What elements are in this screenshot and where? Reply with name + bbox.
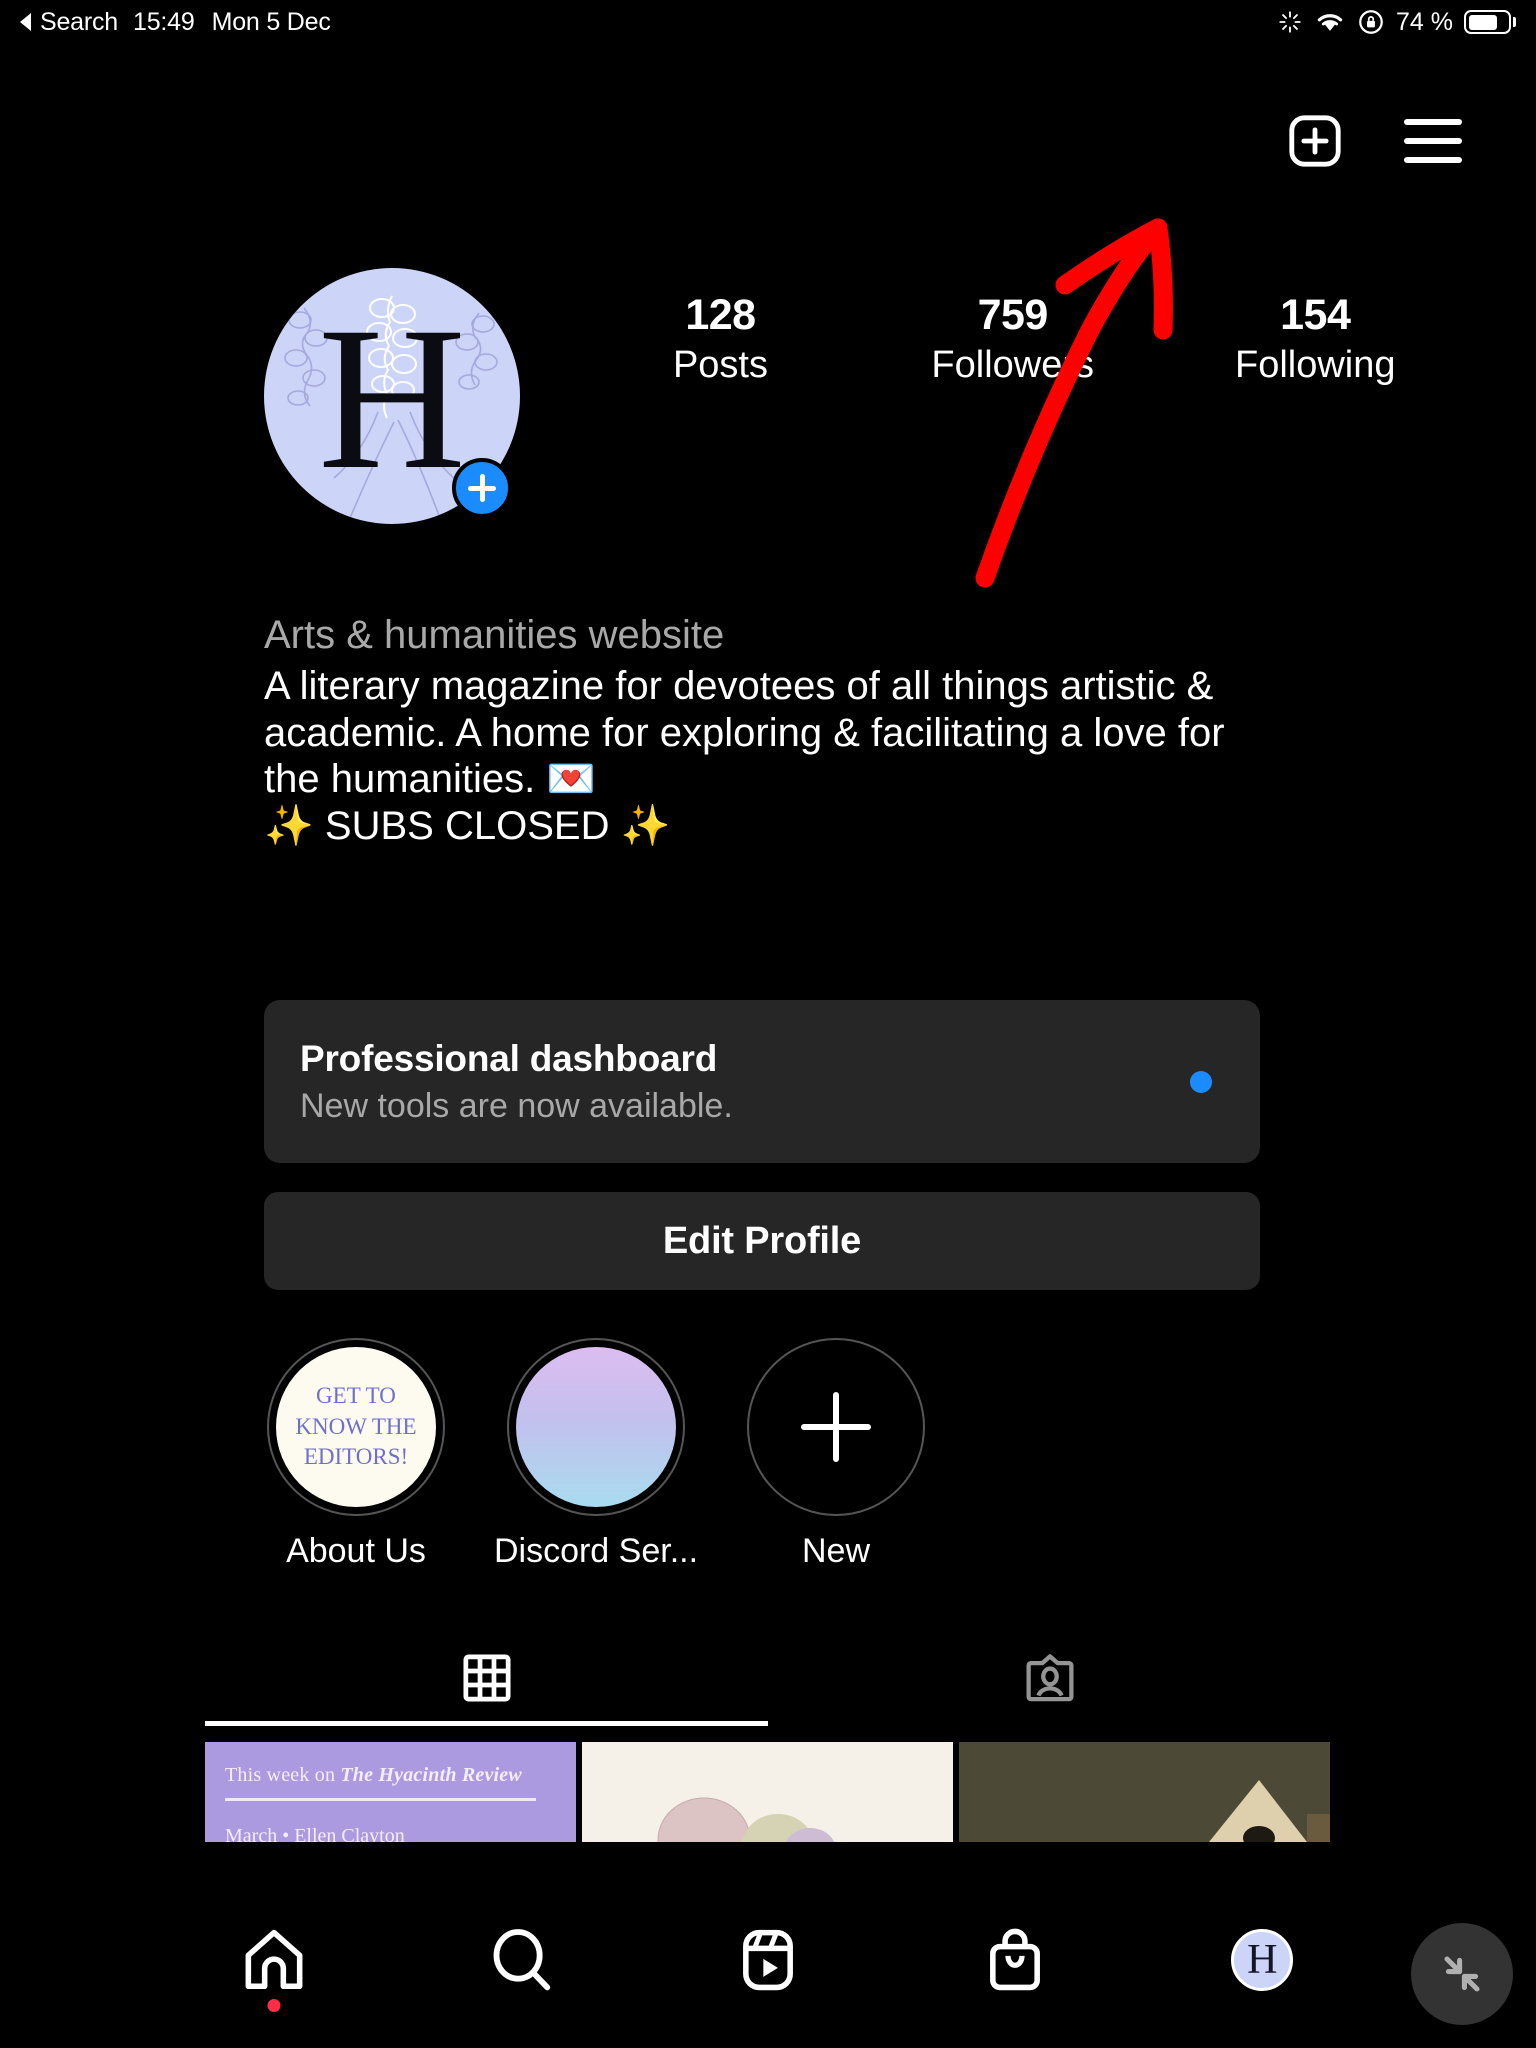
highlight-ring: GET TO KNOW THE EDITORS! — [267, 1338, 445, 1516]
header-actions — [1286, 112, 1462, 170]
search-icon — [493, 1929, 550, 1991]
nav-reels[interactable] — [722, 1914, 814, 2006]
plus-square-icon[interactable] — [1286, 112, 1344, 170]
nav-profile[interactable]: H — [1216, 1914, 1308, 2006]
nav-search[interactable] — [475, 1914, 567, 2006]
post-thumbnail[interactable]: This week on The Hyacinth Review March •… — [205, 1742, 576, 1842]
rotation-lock-icon — [1359, 10, 1383, 34]
stat-followers-label: Followers — [931, 343, 1095, 386]
post-divider — [225, 1798, 537, 1801]
nav-home[interactable] — [228, 1914, 320, 2012]
shop-bag-icon — [990, 1928, 1041, 1991]
status-bar-time: 15:49 — [133, 7, 195, 36]
dashboard-card-texts: Professional dashboard New tools are now… — [300, 1038, 1190, 1126]
petals-illustration-icon — [657, 1797, 835, 1842]
highlight-cover-text: GET TO KNOW THE EDITORS! — [295, 1383, 417, 1470]
notification-badge — [267, 1999, 281, 2012]
post-caption-line1: This week on The Hyacinth Review — [225, 1764, 522, 1786]
tab-tagged[interactable] — [768, 1630, 1331, 1726]
spinner-icon — [1279, 11, 1301, 33]
instagram-profile-screen: Search 15:49 Mon 5 Dec 74 % H 128 Posts … — [0, 0, 1536, 2048]
dashboard-card-title: Professional dashboard — [300, 1037, 718, 1079]
status-bar-back-label[interactable]: Search — [40, 8, 118, 37]
avatar-letter: H — [317, 284, 467, 512]
status-bar-left: Search 15:49 Mon 5 Dec — [20, 8, 331, 37]
profile-tabs — [205, 1630, 1331, 1726]
status-bar-date: Mon 5 Dec — [211, 7, 331, 36]
profile-avatar-icon: H — [1231, 1929, 1294, 1991]
back-triangle-icon[interactable] — [20, 13, 31, 31]
story-highlights: GET TO KNOW THE EDITORS! About Us Discor… — [264, 1338, 928, 1571]
highlight-ring — [507, 1338, 685, 1516]
avatar[interactable]: H — [264, 268, 520, 524]
profile-stats: 128 Posts 759 Followers 154 Following — [580, 290, 1536, 388]
reels-icon — [743, 1929, 793, 1991]
plus-icon — [801, 1392, 871, 1462]
profile-header: H 128 Posts 759 Followers 154 Following — [0, 268, 1536, 524]
highlight-ring — [747, 1338, 925, 1516]
grid-icon — [462, 1654, 511, 1702]
post-grid: This week on The Hyacinth Review March •… — [205, 1742, 1331, 1842]
battery-percent-label: 74 % — [1396, 7, 1453, 36]
post-thumbnail[interactable] — [959, 1742, 1330, 1842]
profile-category: Arts & humanities website — [264, 613, 725, 657]
bottom-navigation: H — [0, 1900, 1536, 2048]
stat-following[interactable]: 154 Following — [1235, 290, 1396, 388]
stat-posts[interactable]: 128 Posts — [650, 290, 790, 388]
profile-bio: Arts & humanities website A literary mag… — [264, 612, 1284, 850]
status-bar: Search 15:49 Mon 5 Dec 74 % — [0, 0, 1536, 44]
highlight-cover — [516, 1347, 676, 1507]
stat-posts-label: Posts — [672, 343, 768, 386]
nav-shop[interactable] — [969, 1914, 1061, 2006]
highlight-label: About Us — [286, 1532, 426, 1570]
highlight-about-us[interactable]: GET TO KNOW THE EDITORS! About Us — [264, 1338, 448, 1571]
highlight-discord-server[interactable]: Discord Ser... — [494, 1338, 698, 1571]
profile-bio-text: A literary magazine for devotees of all … — [264, 663, 1225, 849]
stat-followers-count: 759 — [977, 291, 1049, 339]
tab-grid[interactable] — [205, 1630, 768, 1726]
status-badge — [1190, 1070, 1212, 1093]
shrink-arrows-icon[interactable] — [1411, 1923, 1513, 2025]
edit-profile-button[interactable]: Edit Profile — [264, 1192, 1260, 1290]
stat-following-count: 154 — [1280, 291, 1351, 339]
professional-dashboard-card[interactable]: Professional dashboard New tools are now… — [264, 1000, 1260, 1163]
home-icon — [245, 1929, 303, 1990]
shrink-arrows-glyph — [1444, 1956, 1480, 1992]
highlight-label: New — [801, 1532, 871, 1570]
tab-active-underline — [205, 1721, 768, 1726]
highlight-cover: GET TO KNOW THE EDITORS! — [276, 1347, 436, 1507]
highlight-new[interactable]: New — [744, 1338, 928, 1571]
tagged-person-icon — [1025, 1654, 1074, 1702]
status-bar-right: 74 % — [1277, 8, 1516, 37]
stat-following-label: Following — [1234, 343, 1396, 386]
post-thumbnail[interactable] — [582, 1742, 953, 1842]
battery-icon — [1464, 10, 1516, 34]
hamburger-menu-icon[interactable] — [1404, 119, 1462, 163]
highlight-label: Discord Ser... — [493, 1532, 699, 1570]
stat-followers[interactable]: 759 Followers — [931, 290, 1094, 388]
dashboard-card-subtitle: New tools are now available. — [300, 1086, 733, 1125]
painting-thumbnail-icon — [959, 1742, 1330, 1842]
post-caption-line2: March • Ellen Clayton — [225, 1825, 405, 1842]
plus-icon[interactable] — [452, 458, 512, 518]
wifi-icon — [1317, 14, 1343, 31]
stat-posts-count: 128 — [685, 291, 756, 339]
